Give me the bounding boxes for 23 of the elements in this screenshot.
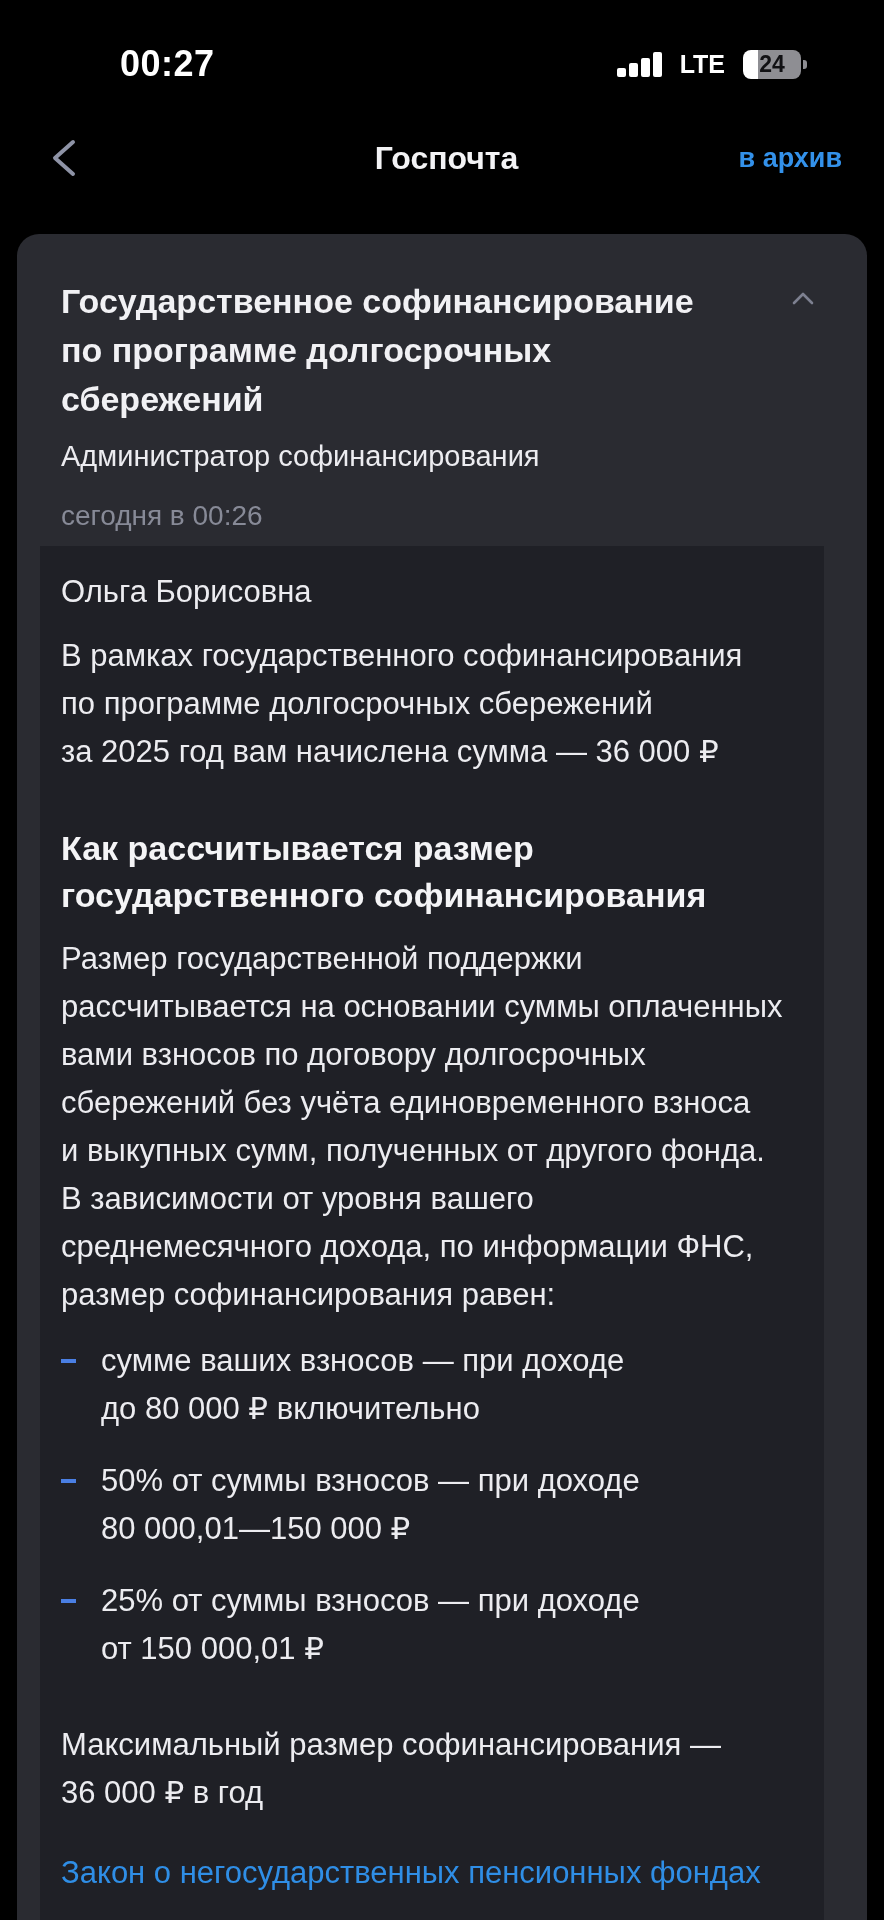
dash-icon: [61, 1479, 76, 1483]
dash-icon: [61, 1359, 76, 1363]
archive-button[interactable]: в архив: [738, 142, 842, 174]
list-item-text: 50% от суммы взносов — при доходе 80 000,01—150 000 ₽: [101, 1462, 640, 1548]
message-date: сегодня в 00:26: [60, 499, 264, 533]
network-label: LTE: [679, 49, 725, 79]
dash-icon: [61, 1599, 76, 1603]
paragraph: В рамках государственного софинансирования по программе долгосрочных сбережений за 2025 год вам начислена сумма — 36 000 ₽: [61, 637, 744, 771]
list-item-text: 25% от суммы взносов — при доходе от 150 000,01 ₽: [101, 1582, 640, 1668]
paragraph: Максимальный размер софинансирования — 36 000 ₽ в год: [61, 1726, 722, 1812]
paragraph: Размер государственной поддержки рассчитывается на основании суммы оплаченных вами взносов по договору долгосрочных сбережений без учёта единовременного взноса и выкупных сумм, полученных от другого фонда. В зависимости от уровня вашего среднемесячного дохода, по информации ФНС, размер софинансирования равен:: [61, 940, 784, 1314]
status-time: 00:27: [120, 43, 215, 85]
greeting: Ольга Борисовна: [61, 573, 313, 611]
list-item-text: сумме ваших взносов — при доходе до 80 000 ₽ включительно: [101, 1342, 625, 1428]
signal-icon: [616, 51, 662, 77]
back-icon[interactable]: [51, 139, 76, 177]
section-heading: Как рассчитывается размер государственного софинансирования: [61, 828, 708, 916]
nav-title: Госпочта: [374, 139, 519, 177]
battery-indicator: 24: [743, 49, 807, 79]
message-title: Государственное софинансирование по программе долгосрочных сбережений: [61, 281, 694, 420]
law-link[interactable]: Закон о негосударственных пенсионных фондах: [61, 1855, 761, 1890]
chevron-up-icon[interactable]: [792, 291, 814, 305]
sender-name: Администратор софинансирования: [60, 439, 541, 474]
